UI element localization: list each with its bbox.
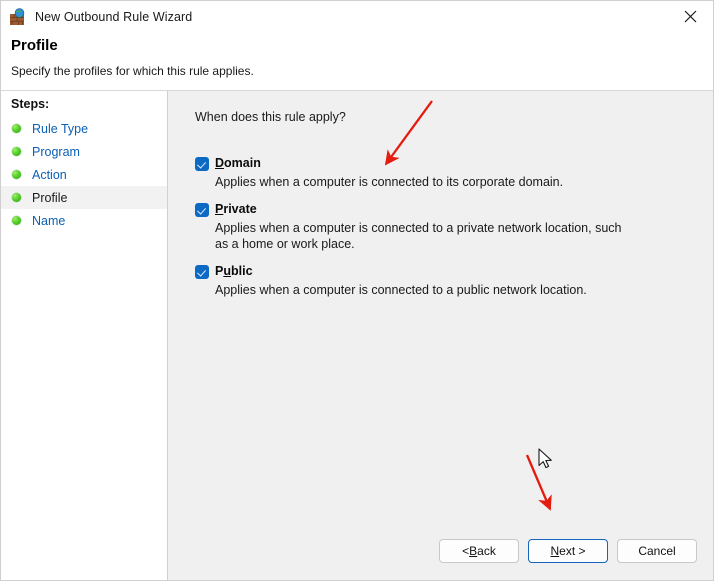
close-icon	[684, 10, 697, 23]
page-subtitle: Specify the profiles for which this rule…	[11, 64, 254, 78]
next-button[interactable]: Next >	[528, 539, 608, 563]
title-bar: New Outbound Rule Wizard	[1, 1, 713, 32]
checkbox-domain[interactable]	[195, 157, 209, 171]
accelerator-letter: u	[223, 264, 231, 278]
checkbox-row-domain[interactable]: Domain	[195, 156, 713, 171]
checkbox-row-public[interactable]: Public	[195, 264, 713, 279]
sidebar-item-program[interactable]: Program	[1, 140, 167, 163]
profile-group-public: Public Applies when a computer is connec…	[195, 264, 713, 298]
steps-sidebar: Steps: Rule Type Program Action Profile …	[1, 91, 168, 580]
sidebar-item-profile[interactable]: Profile	[1, 186, 167, 209]
question-label: When does this rule apply?	[195, 110, 346, 124]
checkbox-row-private[interactable]: Private	[195, 202, 713, 217]
checkbox-label-private: Private	[215, 202, 257, 217]
description-private: Applies when a computer is connected to …	[215, 221, 622, 251]
step-bullet-icon	[12, 147, 21, 156]
step-bullet-icon	[12, 170, 21, 179]
label-rest: blic	[230, 264, 253, 278]
accelerator-letter: D	[215, 156, 225, 170]
accelerator-letter: B	[469, 544, 478, 558]
sidebar-item-label: Rule Type	[32, 121, 89, 136]
label-rest: rivate	[223, 202, 257, 216]
page-title: Profile	[11, 37, 58, 54]
checkbox-label-public: Public	[215, 264, 253, 279]
sidebar-item-label: Program	[32, 144, 80, 159]
page-header: Profile Specify the profiles for which t…	[1, 32, 713, 90]
checkbox-label-domain: Domain	[215, 156, 261, 171]
description-public: Applies when a computer is connected to …	[215, 283, 587, 297]
profile-group-domain: Domain Applies when a computer is connec…	[195, 156, 713, 190]
sidebar-item-action[interactable]: Action	[1, 163, 167, 186]
sidebar-item-label: Name	[32, 213, 66, 228]
sidebar-item-name[interactable]: Name	[1, 209, 167, 232]
sidebar-item-label: Action	[32, 167, 67, 182]
description-domain: Applies when a computer is connected to …	[215, 175, 564, 189]
close-button[interactable]	[668, 1, 713, 32]
profile-group-private: Private Applies when a computer is conne…	[195, 202, 713, 252]
step-bullet-icon	[12, 193, 21, 202]
wizard-window: New Outbound Rule Wizard Profile Specify…	[0, 0, 714, 581]
back-button[interactable]: < Back	[439, 539, 519, 563]
firewall-wall-globe-icon	[9, 7, 27, 26]
steps-heading: Steps:	[1, 91, 167, 117]
checkbox-public[interactable]	[195, 265, 209, 279]
back-pre: <	[462, 544, 470, 558]
back-post: ack	[477, 544, 496, 558]
cancel-button[interactable]: Cancel	[617, 539, 697, 563]
label-rest: omain	[224, 156, 261, 170]
accelerator-letter: N	[550, 544, 560, 558]
window-title: New Outbound Rule Wizard	[35, 9, 193, 24]
dialog-footer: < Back Next > Cancel	[168, 522, 713, 580]
next-post: ext >	[559, 544, 586, 558]
sidebar-item-rule-type[interactable]: Rule Type	[1, 117, 167, 140]
step-bullet-icon	[12, 124, 21, 133]
content-panel: When does this rule apply? Domain Applie…	[168, 91, 713, 580]
checkbox-private[interactable]	[195, 203, 209, 217]
profile-options: When does this rule apply? Domain Applie…	[168, 91, 713, 522]
dialog-body: Steps: Rule Type Program Action Profile …	[1, 90, 713, 580]
sidebar-item-label: Profile	[32, 190, 68, 205]
step-bullet-icon	[12, 216, 21, 225]
